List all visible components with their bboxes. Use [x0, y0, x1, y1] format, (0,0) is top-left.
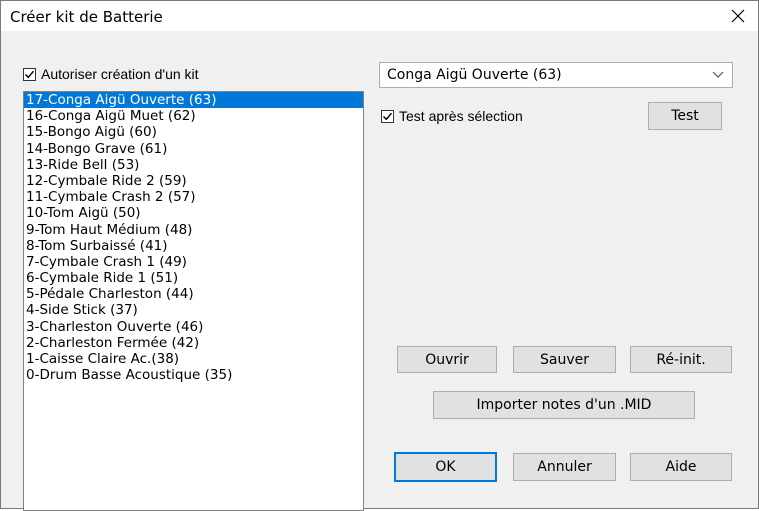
- test-after-select-checkbox[interactable]: [381, 109, 394, 123]
- list-item[interactable]: 13-Ride Bell (53): [24, 157, 363, 173]
- test-after-select-row[interactable]: Test après sélection: [381, 108, 523, 124]
- list-item[interactable]: 16-Conga Aigü Muet (62): [24, 108, 363, 124]
- list-item[interactable]: 15-Bongo Aigü (60): [24, 124, 363, 140]
- cancel-button[interactable]: Annuler: [513, 453, 616, 481]
- list-item[interactable]: 8-Tom Surbaissé (41): [24, 238, 363, 254]
- save-button[interactable]: Sauver: [513, 346, 616, 373]
- reset-button[interactable]: Ré-init.: [630, 346, 732, 373]
- instrument-listbox[interactable]: 17-Conga Aigü Ouverte (63) 16-Conga Aigü …: [23, 91, 364, 511]
- list-item[interactable]: 6-Cymbale Ride 1 (51): [24, 270, 363, 286]
- chevron-down-icon: [712, 71, 724, 78]
- list-item[interactable]: 10-Tom Aigü (50): [24, 205, 363, 221]
- dialog-window: Créer kit de Batterie Autoriser création…: [0, 0, 759, 511]
- list-item[interactable]: 5-Pédale Charleston (44): [24, 286, 363, 302]
- list-item[interactable]: 0-Drum Basse Acoustique (35): [24, 367, 363, 383]
- sound-select[interactable]: Conga Aigü Ouverte (63): [379, 62, 733, 88]
- help-button[interactable]: Aide: [630, 453, 732, 481]
- list-item[interactable]: 7-Cymbale Crash 1 (49): [24, 254, 363, 270]
- list-item[interactable]: 11-Cymbale Crash 2 (57): [24, 189, 363, 205]
- enable-kit-label: Autoriser création d'un kit: [41, 66, 199, 82]
- sound-select-value: Conga Aigü Ouverte (63): [387, 67, 562, 83]
- import-mid-button[interactable]: Importer notes d'un .MID: [433, 391, 695, 419]
- list-item[interactable]: 9-Tom Haut Médium (48): [24, 222, 363, 238]
- close-button[interactable]: [718, 1, 758, 31]
- list-item[interactable]: 2-Charleston Fermée (42): [24, 335, 363, 351]
- list-item[interactable]: 12-Cymbale Ride 2 (59): [24, 173, 363, 189]
- test-button[interactable]: Test: [648, 102, 722, 130]
- list-item[interactable]: 17-Conga Aigü Ouverte (63): [24, 92, 363, 109]
- list-item[interactable]: 14-Bongo Grave (61): [24, 141, 363, 157]
- ok-button[interactable]: OK: [394, 452, 497, 482]
- checkmark-icon: [383, 112, 393, 120]
- list-item[interactable]: 1-Caisse Claire Ac.(38): [24, 351, 363, 367]
- checkmark-icon: [25, 70, 35, 78]
- enable-kit-checkbox[interactable]: [23, 67, 36, 81]
- title-bar: Créer kit de Batterie: [1, 1, 758, 31]
- open-button[interactable]: Ouvrir: [397, 346, 497, 373]
- window-title: Créer kit de Batterie: [10, 8, 163, 26]
- close-icon: [731, 9, 745, 23]
- enable-kit-row[interactable]: Autoriser création d'un kit: [23, 66, 199, 82]
- list-item[interactable]: 4-Side Stick (37): [24, 302, 363, 318]
- list-item[interactable]: 3-Charleston Ouverte (46): [24, 319, 363, 335]
- test-after-select-label: Test après sélection: [399, 108, 523, 124]
